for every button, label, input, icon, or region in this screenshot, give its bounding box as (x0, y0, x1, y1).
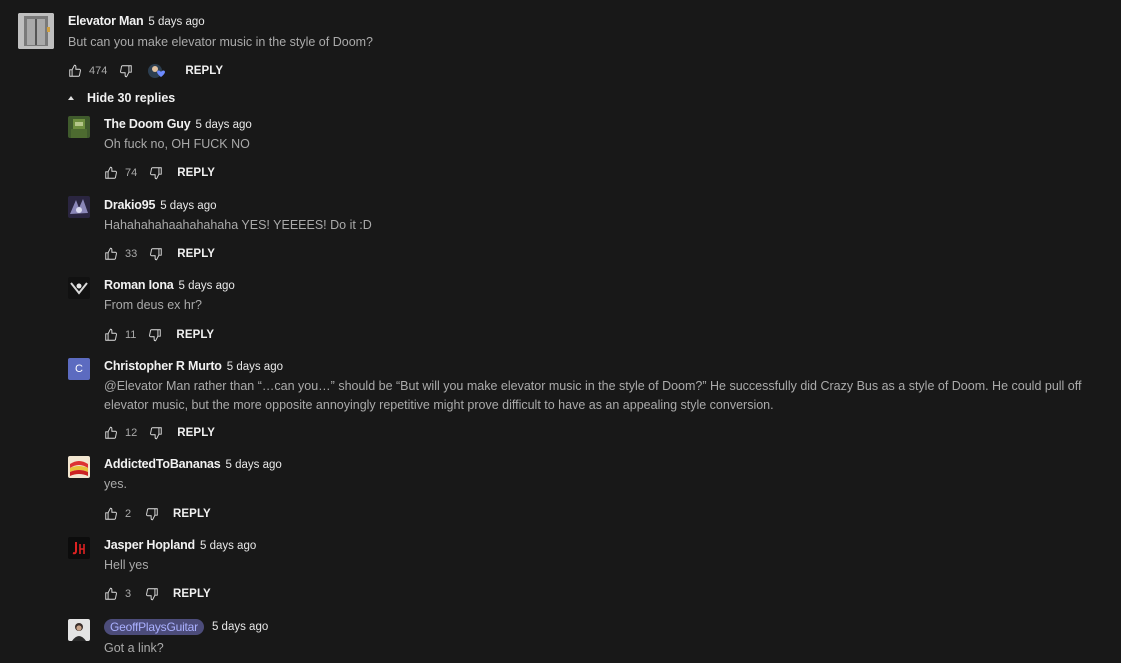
like-count: 11 (125, 329, 137, 341)
comment-timestamp[interactable]: 5 days ago (148, 16, 204, 28)
reply-button[interactable]: REPLY (185, 65, 223, 77)
like-count: 33 (125, 248, 138, 260)
thumb-up-icon[interactable] (104, 507, 118, 521)
reply-button[interactable]: REPLY (173, 588, 211, 600)
comment-text: But can you make elevator music in the s… (68, 35, 374, 49)
comment-text-line: @Elevator Man rather than “…can you…” sh… (104, 379, 1082, 393)
comment-timestamp[interactable]: 5 days ago (227, 361, 283, 373)
reply-button[interactable]: REPLY (177, 167, 215, 179)
avatar[interactable] (68, 277, 90, 299)
comment-text: Oh fuck no, OH FUCK NO (104, 137, 250, 151)
like-count: 474 (89, 65, 108, 77)
thumb-up-icon[interactable] (104, 426, 118, 440)
comment-text-line: elevator music, but the more opposite an… (104, 398, 774, 412)
channel-owner-author-badge[interactable]: GeoffPlaysGuitar (104, 619, 204, 635)
avatar[interactable] (68, 196, 90, 218)
caret-up-icon (68, 96, 74, 100)
thumb-up-icon[interactable] (104, 328, 118, 342)
thumb-down-icon[interactable] (119, 64, 133, 78)
thumb-up-icon[interactable] (68, 64, 82, 78)
comment-author[interactable]: AddictedToBananas (104, 457, 221, 471)
comment-text: From deus ex hr? (104, 298, 202, 312)
thumb-up-icon[interactable] (104, 166, 118, 180)
creator-heart-icon (147, 63, 169, 79)
like-count: 12 (125, 427, 138, 439)
avatar[interactable] (18, 13, 54, 49)
avatar[interactable]: C (68, 358, 90, 380)
comment-author[interactable]: Roman Iona (104, 278, 174, 292)
like-count: 3 (125, 588, 132, 600)
avatar[interactable] (68, 537, 90, 559)
comment-timestamp[interactable]: 5 days ago (179, 280, 235, 292)
comment-timestamp[interactable]: 5 days ago (196, 119, 252, 131)
hide-replies-label: Hide 30 replies (87, 91, 176, 105)
reply-button[interactable]: REPLY (173, 508, 211, 520)
comment-timestamp[interactable]: 5 days ago (160, 200, 216, 212)
comment-author[interactable]: Christopher R Murto (104, 359, 222, 373)
comment-timestamp[interactable]: 5 days ago (226, 459, 282, 471)
avatar[interactable] (68, 456, 90, 478)
avatar[interactable] (68, 116, 90, 138)
thumb-down-icon[interactable] (149, 166, 163, 180)
comment-author[interactable]: Jasper Hopland (104, 538, 195, 552)
comment-author[interactable]: Drakio95 (104, 198, 155, 212)
thumb-up-icon[interactable] (104, 587, 118, 601)
comment-timestamp[interactable]: 5 days ago (212, 621, 268, 633)
thumb-down-icon[interactable] (145, 587, 159, 601)
comment-text: Got a link? (104, 641, 164, 655)
thumb-up-icon[interactable] (104, 247, 118, 261)
comment-text: yes. (104, 477, 127, 491)
comment-timestamp[interactable]: 5 days ago (200, 540, 256, 552)
comment-author[interactable]: The Doom Guy (104, 117, 191, 131)
thumb-down-icon[interactable] (148, 328, 162, 342)
thumb-down-icon[interactable] (149, 426, 163, 440)
reply-button[interactable]: REPLY (176, 329, 214, 341)
like-count: 74 (125, 167, 138, 179)
like-count: 2 (125, 508, 132, 520)
reply-button[interactable]: REPLY (177, 427, 215, 439)
comment-text: @Elevator Man rather than “…can you…” sh… (104, 377, 1081, 415)
hide-replies-toggle[interactable]: Hide 30 replies (68, 91, 175, 105)
avatar[interactable] (68, 619, 90, 641)
thumb-down-icon[interactable] (145, 507, 159, 521)
comment-author[interactable]: Elevator Man (68, 14, 144, 28)
reply-button[interactable]: REPLY (177, 248, 215, 260)
comment-text: Hell yes (104, 558, 149, 572)
thumb-down-icon[interactable] (149, 247, 163, 261)
comment-text: Hahahahahaahahahaha YES! YEEEES! Do it :… (104, 218, 372, 232)
